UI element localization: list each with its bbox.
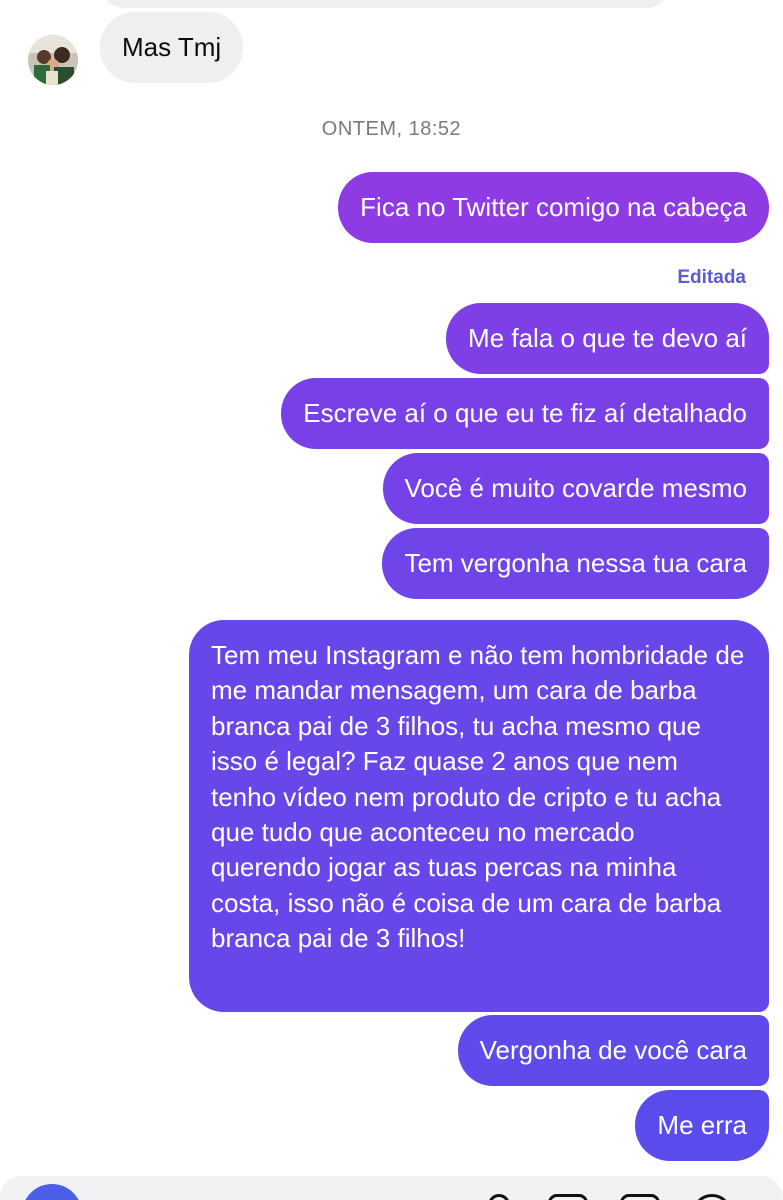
outgoing-message[interactable]: Me fala o que te devo aí [446, 303, 769, 374]
message-timestamp: ONTEM, 18:52 [321, 118, 462, 140]
outgoing-message-text: Vergonha de você cara [479, 1034, 747, 1065]
outgoing-message-text: Escreve aí o que eu te fiz aí detalhado [303, 397, 747, 428]
plus-icon[interactable] [692, 1194, 732, 1200]
outgoing-message[interactable]: Vergonha de você cara [457, 1015, 769, 1086]
outgoing-message[interactable]: Me erra [635, 1090, 769, 1161]
gallery-icon[interactable] [548, 1194, 588, 1200]
outgoing-message-text: Tem vergonha nessa tua cara [404, 547, 747, 578]
outgoing-message[interactable]: Você é muito covarde mesmo [382, 453, 769, 524]
incoming-message[interactable]: Mas Tmj [100, 12, 244, 83]
camera-icon[interactable] [22, 1184, 82, 1200]
outgoing-message-long[interactable]: Tem meu Instagram e não tem hombridade d… [189, 620, 769, 1012]
incoming-message-text: Mas Tmj [122, 32, 222, 62]
outgoing-message[interactable]: Escreve aí o que eu te fiz aí detalhado [281, 378, 769, 449]
edited-label[interactable]: Editada [677, 267, 746, 289]
previous-message-bubble[interactable] [100, 0, 670, 8]
outgoing-message-text: Você é muito covarde mesmo [404, 472, 748, 503]
message-thread: Mas Tmj ONTEM, 18:52 Fica no Twitter com… [0, 0, 783, 1200]
outgoing-message-text: Fica no Twitter comigo na cabeça [360, 191, 747, 222]
outgoing-message[interactable]: Tem vergonha nessa tua cara [382, 528, 769, 599]
outgoing-message-text: Me erra [657, 1109, 747, 1140]
microphone-icon[interactable] [488, 1194, 510, 1200]
avatar-photo-icon [28, 35, 78, 85]
outgoing-message-text: Tem meu Instagram e não tem hombridade d… [211, 640, 745, 954]
outgoing-message-text: Me fala o que te devo aí [468, 322, 747, 353]
outgoing-message[interactable]: Fica no Twitter comigo na cabeça [338, 172, 769, 243]
message-composer[interactable] [0, 1176, 783, 1200]
sticker-icon[interactable] [620, 1194, 660, 1200]
avatar[interactable] [28, 35, 78, 85]
